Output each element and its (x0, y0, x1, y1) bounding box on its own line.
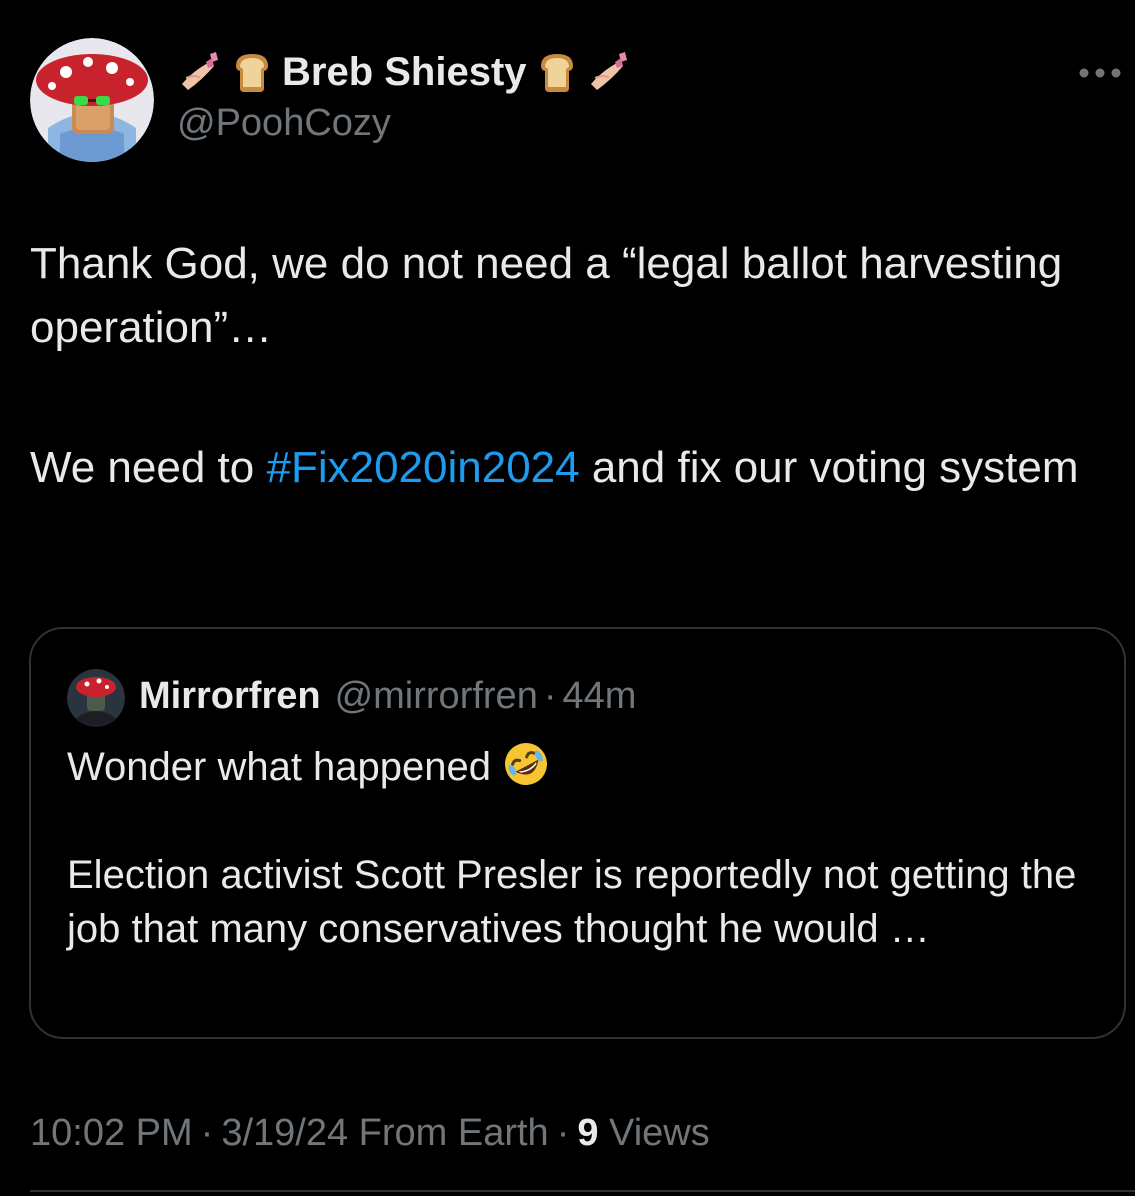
tweet-timestamp[interactable]: 10:02 PM (30, 1112, 193, 1154)
hashtag-link[interactable]: #Fix2020in2024 (266, 443, 579, 492)
divider (30, 1190, 1135, 1192)
nail-polish-icon (182, 52, 218, 90)
author-handle[interactable]: @PoohCozy (177, 102, 391, 145)
tweet: Breb Shiesty @PoohCozy Thank God, we do … (0, 0, 1135, 1196)
quoted-tweet-card[interactable]: Mirrorfren @mirrorfren · 44m Wonder what… (29, 627, 1126, 1039)
tweet-meta: 10:02 PM · 3/19/24 From Earth · 9 Views (30, 1112, 710, 1155)
quoted-tweet-text: Wonder what happened Election activist S… (67, 739, 1097, 956)
tweet-text-line: We need to #Fix2020in2024 and fix our vo… (30, 436, 1110, 500)
separator-dot: · (200, 1112, 214, 1154)
separator-dot: · (543, 674, 557, 717)
quoted-avatar-image (67, 669, 125, 727)
quoted-text-segment: Wonder what happened (67, 745, 492, 789)
rolling-on-floor-laughing-icon (505, 743, 548, 785)
separator-dot: · (556, 1112, 570, 1154)
author-avatar[interactable] (30, 38, 154, 162)
author-display-name: Breb Shiesty (282, 49, 527, 94)
tweet-text: Thank God, we do not need a “legal ballo… (30, 232, 1110, 500)
more-options-icon[interactable] (1076, 60, 1124, 86)
author-name-row[interactable]: Breb Shiesty (176, 42, 633, 102)
nail-polish-icon (590, 52, 627, 90)
quoted-text-line: Election activist Scott Presler is repor… (67, 853, 1077, 951)
quoted-tweet-header: Mirrorfren @mirrorfren · 44m (139, 671, 636, 721)
views-label: Views (598, 1112, 710, 1154)
bread-icon (540, 54, 573, 92)
avatar-image (30, 38, 154, 162)
tweet-date-source[interactable]: 3/19/24 From Earth (221, 1112, 548, 1154)
tweet-text-segment: and fix our voting system (579, 443, 1079, 492)
quoted-author-avatar[interactable] (67, 669, 125, 727)
tweet-text-line: Thank God, we do not need a “legal ballo… (30, 239, 1063, 352)
bread-icon (236, 54, 268, 92)
quoted-text-line: Wonder what happened (67, 739, 1097, 794)
quoted-tweet-time[interactable]: 44m (562, 675, 636, 718)
quoted-author-handle[interactable]: @mirrorfren (335, 675, 538, 718)
quoted-author-name[interactable]: Mirrorfren (139, 675, 321, 718)
tweet-text-segment: We need to (30, 443, 267, 492)
views-count[interactable]: 9 (577, 1112, 598, 1154)
